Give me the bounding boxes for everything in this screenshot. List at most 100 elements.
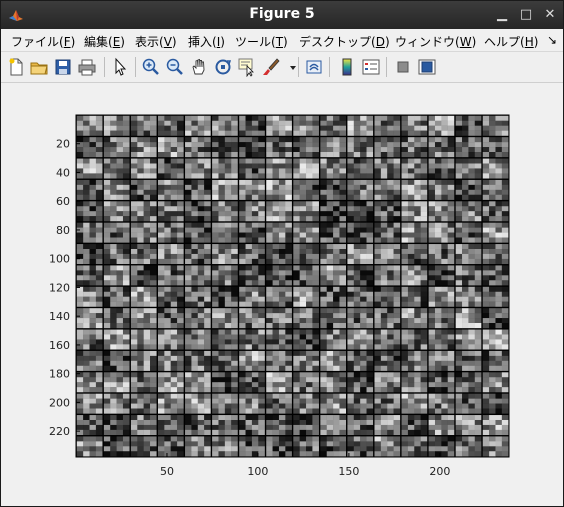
- filter-tile: [157, 372, 184, 393]
- filter-tile: [401, 179, 428, 200]
- colorbar-icon[interactable]: [337, 57, 357, 77]
- filter-tile: [428, 436, 455, 457]
- filter-tile: [455, 372, 482, 393]
- filter-tile: [482, 244, 509, 265]
- toolbar-separator: [104, 57, 105, 77]
- filter-tile: [374, 372, 401, 393]
- filter-tile: [266, 415, 292, 436]
- hide-plot-tools-icon[interactable]: [393, 57, 413, 77]
- image-axes[interactable]: 50 100 150 200 20 40 60 80 100 120 140 160 180 200 220: [1, 83, 563, 506]
- link-plot-icon[interactable]: [304, 57, 324, 77]
- filter-tile: [239, 350, 265, 371]
- filter-tile: [239, 201, 265, 222]
- filter-tile: [76, 115, 103, 136]
- menu-window[interactable]: ウィンドウ(W): [395, 33, 476, 50]
- filter-tile: [455, 329, 482, 350]
- filter-tile: [401, 308, 428, 329]
- filter-tile: [76, 179, 103, 200]
- maximize-icon: □: [519, 7, 533, 22]
- zoom-in-icon[interactable]: [141, 57, 161, 77]
- toolbar-separator: [298, 57, 299, 77]
- filter-tile: [428, 244, 455, 265]
- pointer-icon[interactable]: [110, 57, 130, 77]
- filter-tile: [320, 137, 347, 158]
- filter-tile: [130, 222, 157, 243]
- filter-tile: [266, 201, 292, 222]
- filter-tile: [482, 201, 509, 222]
- save-icon[interactable]: [53, 57, 73, 77]
- menu-file[interactable]: ファイル(F): [11, 33, 75, 50]
- brush-icon[interactable]: [261, 57, 281, 77]
- y-tick-label: 100: [49, 253, 70, 266]
- filter-tile: [157, 393, 184, 414]
- y-tick-label: 220: [49, 425, 70, 438]
- filter-tile: [293, 244, 319, 265]
- filter-tile: [266, 137, 292, 158]
- filter-tile: [76, 244, 103, 265]
- filter-tile: [347, 372, 374, 393]
- y-tick-label: 120: [49, 281, 70, 294]
- filter-tile: [266, 329, 292, 350]
- menu-help[interactable]: ヘルプ(H): [484, 33, 538, 50]
- filter-tile: [266, 158, 292, 179]
- filter-tile: [455, 415, 482, 436]
- menu-insert[interactable]: 挿入(I): [188, 33, 225, 50]
- menu-overflow-icon[interactable]: ↘: [547, 33, 557, 47]
- filter-tile: [130, 244, 157, 265]
- filter-tile: [401, 350, 428, 371]
- filter-tile: [347, 201, 374, 222]
- menu-tools[interactable]: ツール(T): [235, 33, 288, 50]
- menu-edit[interactable]: 編集(E): [84, 33, 125, 50]
- figure-canvas[interactable]: 50 100 150 200 20 40 60 80 100 120 140 160 180 200 220: [1, 83, 563, 506]
- new-figure-icon[interactable]: [6, 57, 26, 77]
- filter-tile: [103, 137, 130, 158]
- filter-tile: [212, 201, 238, 222]
- filter-tile: [212, 265, 238, 286]
- filter-tile: [293, 308, 319, 329]
- filter-tile: [266, 286, 292, 307]
- close-button[interactable]: ✕: [541, 6, 559, 24]
- pan-hand-icon[interactable]: [189, 57, 209, 77]
- open-file-icon[interactable]: [29, 57, 49, 77]
- minimize-button[interactable]: ▁: [493, 6, 511, 24]
- filter-tile: [76, 350, 103, 371]
- legend-icon[interactable]: [361, 57, 381, 77]
- filter-tile: [157, 222, 184, 243]
- print-icon[interactable]: [77, 57, 97, 77]
- filter-tile: [185, 372, 211, 393]
- filter-tile: [157, 201, 184, 222]
- filter-tile: [293, 393, 319, 414]
- figure-toolbar: [1, 52, 563, 83]
- filter-tile: [103, 329, 130, 350]
- y-tick-label: 60: [56, 195, 70, 208]
- filter-tile: [401, 372, 428, 393]
- show-plot-tools-icon[interactable]: [417, 57, 437, 77]
- filter-tile: [212, 329, 238, 350]
- filter-tile: [266, 265, 292, 286]
- maximize-button[interactable]: □: [517, 6, 535, 24]
- rotate-3d-icon[interactable]: [213, 57, 233, 77]
- menu-desktop[interactable]: デスクトップ(D): [299, 33, 390, 50]
- filter-tile: [347, 115, 374, 136]
- filter-tile: [76, 158, 103, 179]
- data-cursor-icon[interactable]: [237, 57, 257, 77]
- filter-tile: [401, 415, 428, 436]
- y-tick-label: 20: [56, 138, 70, 151]
- zoom-out-icon[interactable]: [165, 57, 185, 77]
- menu-view[interactable]: 表示(V): [135, 33, 177, 50]
- filter-tile: [239, 158, 265, 179]
- toolbar-separator: [329, 57, 330, 77]
- filter-tile: [103, 201, 130, 222]
- filter-tile: [374, 115, 401, 136]
- filter-tile: [293, 415, 319, 436]
- y-tick-label: 200: [49, 396, 70, 409]
- filter-tile: [347, 436, 374, 457]
- filter-tile: [428, 158, 455, 179]
- title-bar[interactable]: Figure 5 ▁ □ ✕: [1, 1, 563, 29]
- filter-tile: [293, 137, 319, 158]
- filter-tile: [455, 350, 482, 371]
- filter-tile: [185, 244, 211, 265]
- brush-dropdown-icon[interactable]: [283, 57, 296, 77]
- filter-tile: [185, 137, 211, 158]
- filter-tile: [239, 222, 265, 243]
